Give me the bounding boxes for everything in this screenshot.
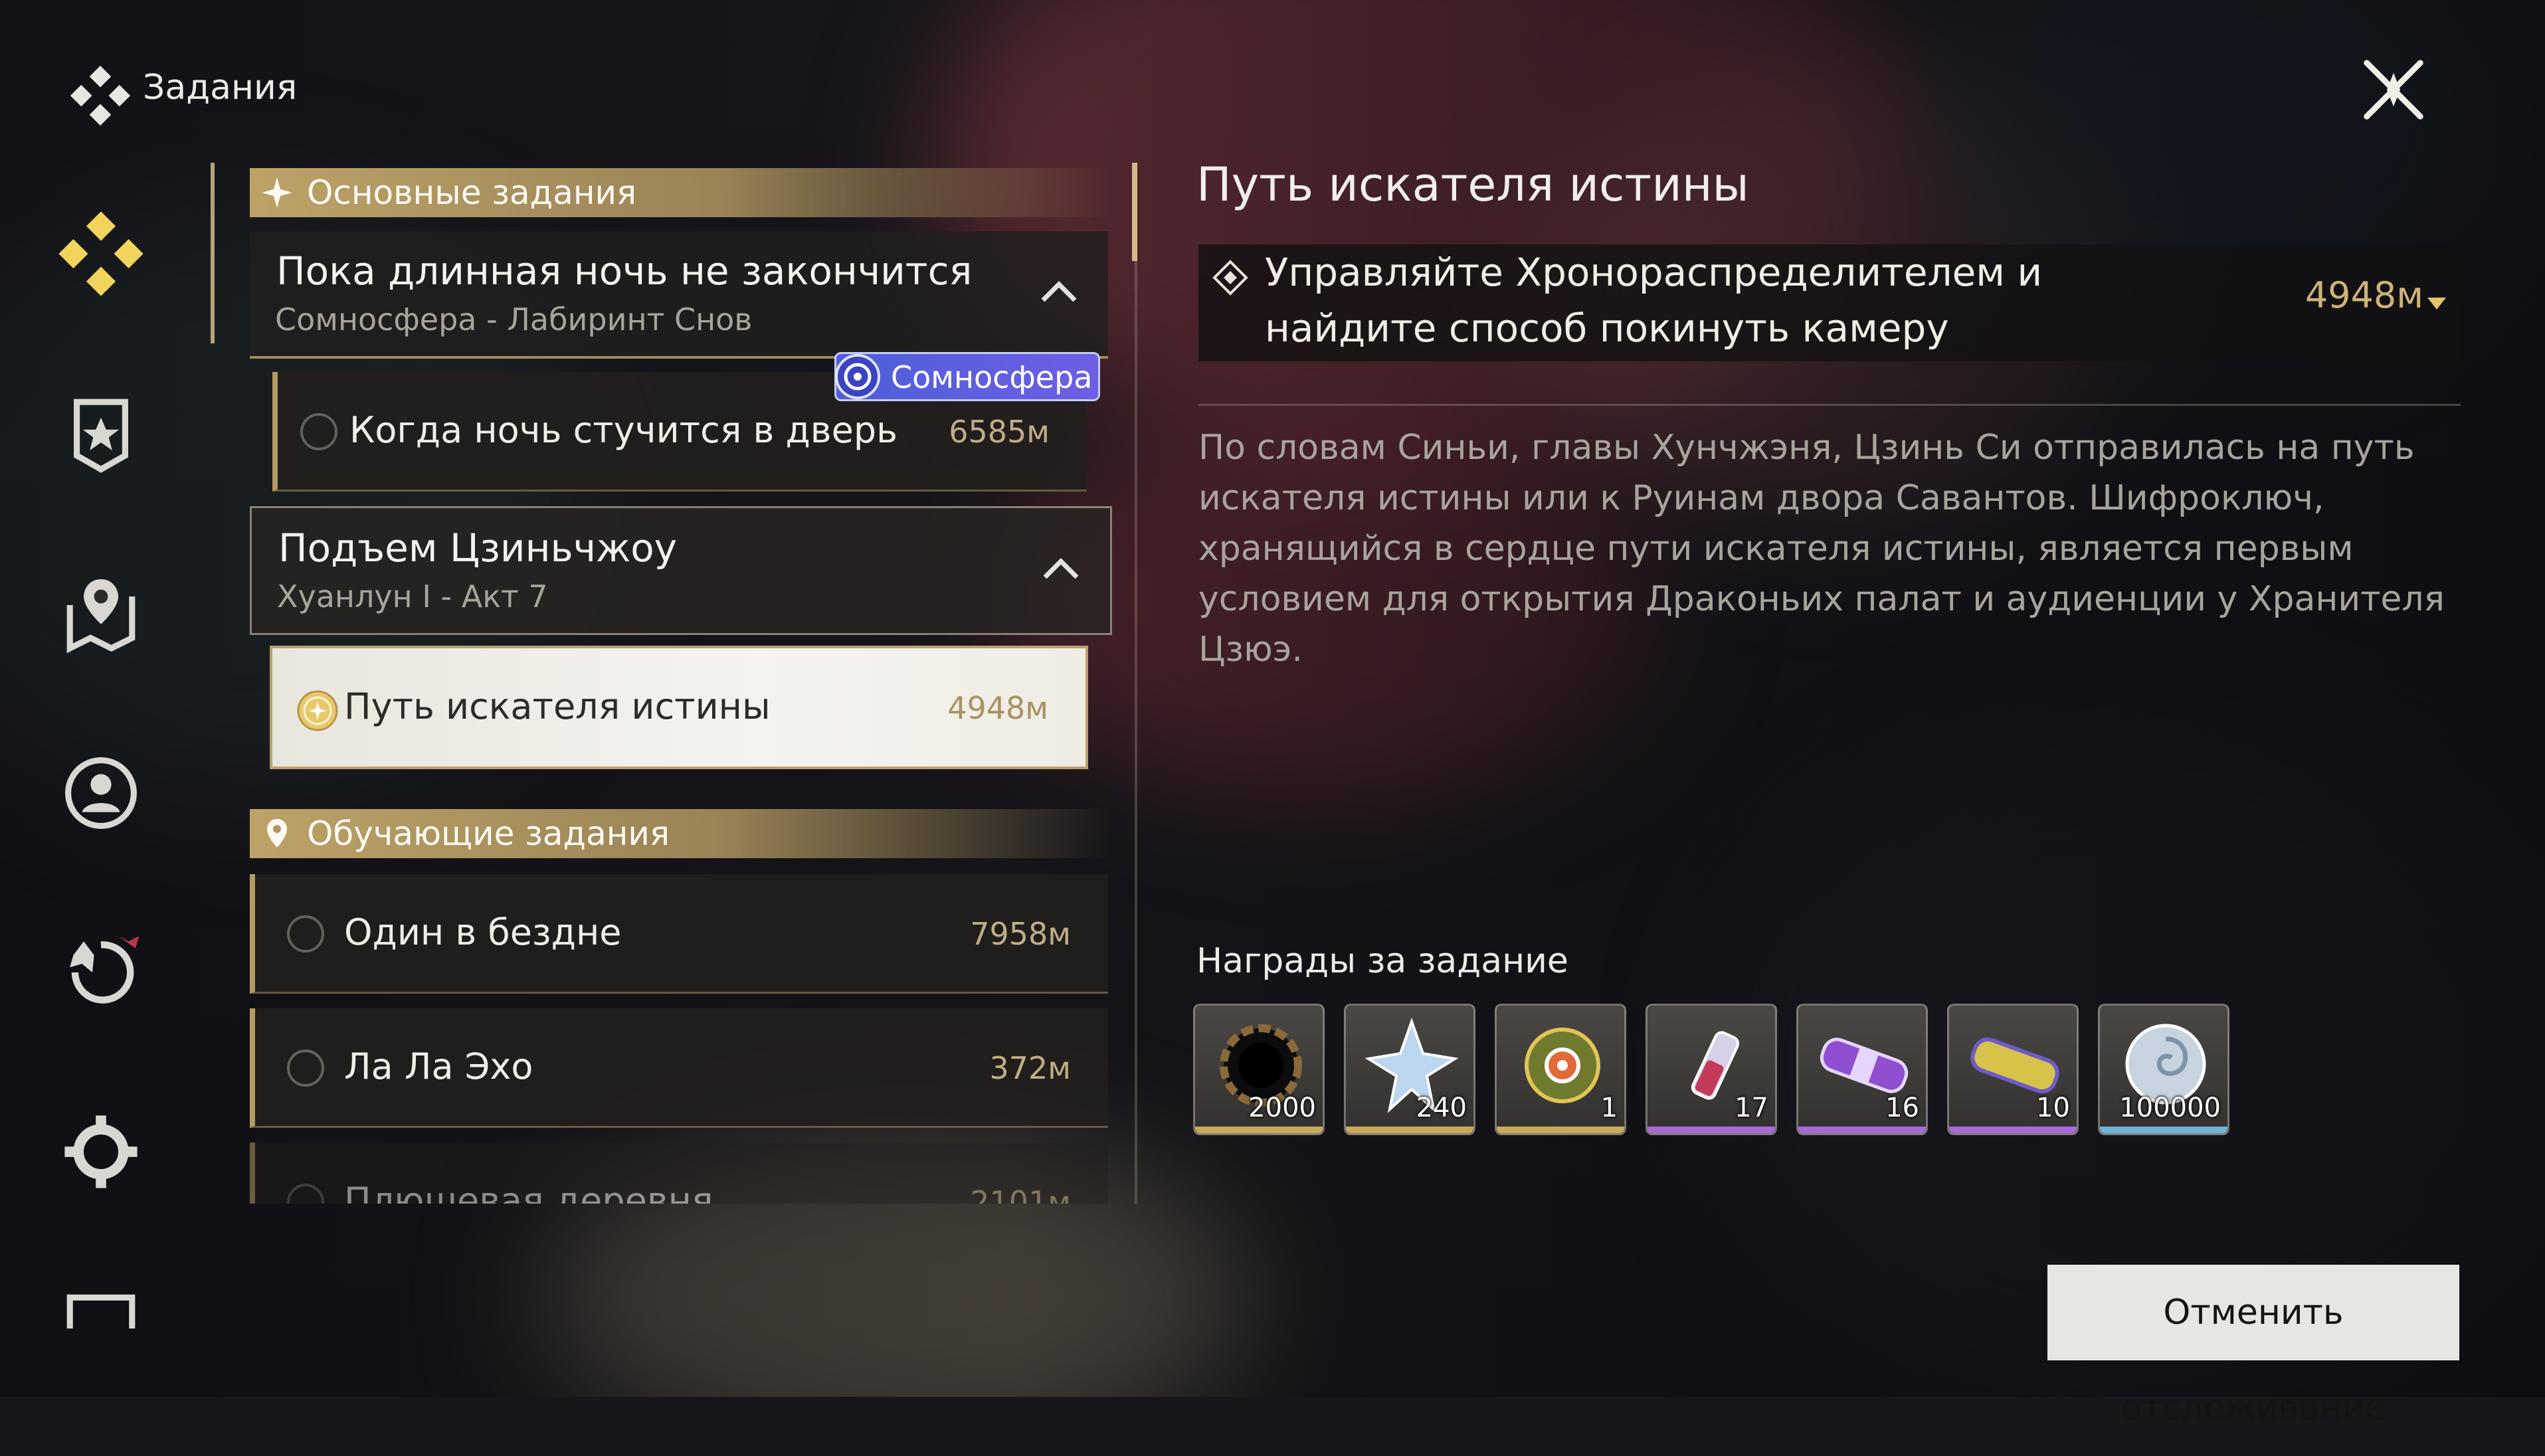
quest-group-title: Подъем Цзиньчжоу — [278, 525, 678, 571]
reward-item[interactable]: 240 — [1344, 1004, 1475, 1135]
quest-item[interactable]: Ла Ла Эхо 372м — [250, 1008, 1108, 1128]
quest-item[interactable]: Один в бездне 7958м — [250, 874, 1108, 994]
quest-label: Путь искателя истины — [344, 685, 771, 727]
reward-item[interactable]: 17 — [1646, 1004, 1777, 1135]
page-title: Задания — [143, 68, 298, 108]
monitor-icon — [66, 1294, 136, 1328]
quest-radio[interactable] — [287, 1049, 324, 1087]
quest-label: Плюшевая деревня — [344, 1180, 713, 1204]
reward-count: 100000 — [2119, 1093, 2221, 1123]
divider — [1198, 404, 2461, 406]
panel-divider — [1135, 261, 1137, 1204]
quest-distance: 6585м — [949, 414, 1050, 450]
chevron-up-icon[interactable] — [1039, 278, 1079, 304]
quest-item[interactable]: Плюшевая деревня 2101м — [250, 1142, 1108, 1204]
quest-group-jinzhou[interactable]: Подъем Цзиньчжоу Хуанлун I - Акт 7 — [250, 506, 1112, 635]
reward-item[interactable]: 2000 — [1193, 1004, 1325, 1135]
sidebar-item-map[interactable] — [56, 569, 146, 659]
category-main-quests: Основные задания — [250, 168, 1113, 217]
sidebar-item-settings[interactable] — [56, 1107, 146, 1197]
quest-radio[interactable] — [287, 1184, 324, 1204]
quest-label: Когда ночь стучится в дверь — [349, 409, 897, 451]
category-label: Обучающие задания — [307, 814, 670, 853]
quest-group-subtitle: Сомносфера - Лабиринт Снов — [275, 302, 753, 337]
rarity-bar — [1648, 1127, 1775, 1133]
quest-objective: Управляйте Хронораспределителем и найдит… — [1198, 244, 2461, 361]
location-pin-icon — [267, 819, 287, 848]
star-refresh-icon — [70, 936, 140, 1004]
untrack-button[interactable]: Отменить отслеживание — [2047, 1265, 2459, 1428]
rarity-bar — [1949, 1127, 2077, 1133]
sidebar-active-indicator — [211, 163, 215, 343]
profile-icon — [65, 757, 137, 829]
chevron-up-icon[interactable] — [1041, 555, 1081, 581]
objective-distance: 4948м — [2305, 274, 2423, 316]
reward-item[interactable]: 10 — [1947, 1004, 2079, 1135]
rarity-bar — [2100, 1127, 2227, 1133]
sparkle-icon — [262, 177, 292, 208]
quest-distance: 4948м — [947, 690, 1048, 726]
sidebar-item-display[interactable] — [56, 1282, 146, 1328]
quest-detail-title: Путь искателя истины — [1196, 157, 1749, 212]
quest-group-title: Пока длинная ночь не закончится — [276, 248, 973, 294]
objective-diamond-icon — [1212, 260, 1248, 296]
reward-count: 1 — [1600, 1093, 1618, 1123]
tracking-arrow-icon — [2427, 298, 2446, 310]
quest-item-selected[interactable]: Путь искателя истины 4948м — [270, 646, 1088, 769]
reward-count: 17 — [1735, 1093, 1768, 1123]
rarity-bar — [1346, 1127, 1473, 1133]
rarity-bar — [1497, 1127, 1624, 1133]
quests-diamond-icon — [70, 65, 131, 126]
reward-item[interactable]: 1 — [1495, 1004, 1626, 1135]
sidebar-item-quests[interactable] — [56, 209, 146, 299]
reward-count: 2000 — [1248, 1093, 1316, 1123]
reward-item[interactable]: 100000 — [2098, 1004, 2229, 1135]
rarity-bar — [1798, 1127, 1926, 1133]
category-label: Основные задания — [307, 173, 637, 212]
reward-count: 240 — [1416, 1093, 1467, 1123]
sidebar-item-profile[interactable] — [56, 748, 146, 838]
sidebar-item-guidebook[interactable] — [56, 388, 146, 478]
rewards-heading: Награды за задание — [1196, 941, 1568, 981]
quest-label: Ла Ла Эхо — [344, 1046, 533, 1087]
reward-item[interactable]: 16 — [1796, 1004, 1928, 1135]
quests-diamond-icon — [58, 211, 143, 296]
quest-distance: 372м — [989, 1050, 1071, 1086]
reward-count: 10 — [2036, 1093, 2070, 1123]
quest-label: Один в бездне — [344, 911, 622, 953]
quest-list-clip: Плюшевая деревня 2101м — [250, 1142, 1108, 1204]
sidebar-item-events[interactable] — [56, 927, 146, 1018]
quest-radio[interactable] — [287, 915, 324, 953]
shield-banner-icon — [74, 399, 128, 473]
detail-accent-bar — [1132, 163, 1137, 261]
spiral-icon — [835, 354, 880, 399]
rarity-bar — [1195, 1127, 1323, 1133]
quest-radio[interactable] — [300, 413, 337, 450]
map-pin-icon — [66, 579, 136, 654]
tracked-quest-icon — [297, 690, 338, 731]
tag-label: Сомносфера — [891, 359, 1093, 395]
somnosphere-tag: Сомносфера — [834, 352, 1100, 401]
quest-description: По словам Синьи, главы Хунчжэня, Цзинь С… — [1198, 428, 2445, 670]
category-tutorial-quests: Обучающие задания — [250, 809, 1113, 858]
objective-text: Управляйте Хронораспределителем и найдит… — [1265, 250, 2043, 351]
quest-group-subtitle: Хуанлун I - Акт 7 — [277, 579, 548, 614]
reward-count: 16 — [1885, 1093, 1919, 1123]
quest-distance: 7958м — [970, 916, 1071, 952]
close-icon[interactable] — [2352, 48, 2435, 132]
quest-group-long-night[interactable]: Пока длинная ночь не закончится Сомносфе… — [250, 231, 1108, 359]
gear-icon — [64, 1115, 138, 1188]
quest-distance: 2101м — [970, 1184, 1071, 1204]
